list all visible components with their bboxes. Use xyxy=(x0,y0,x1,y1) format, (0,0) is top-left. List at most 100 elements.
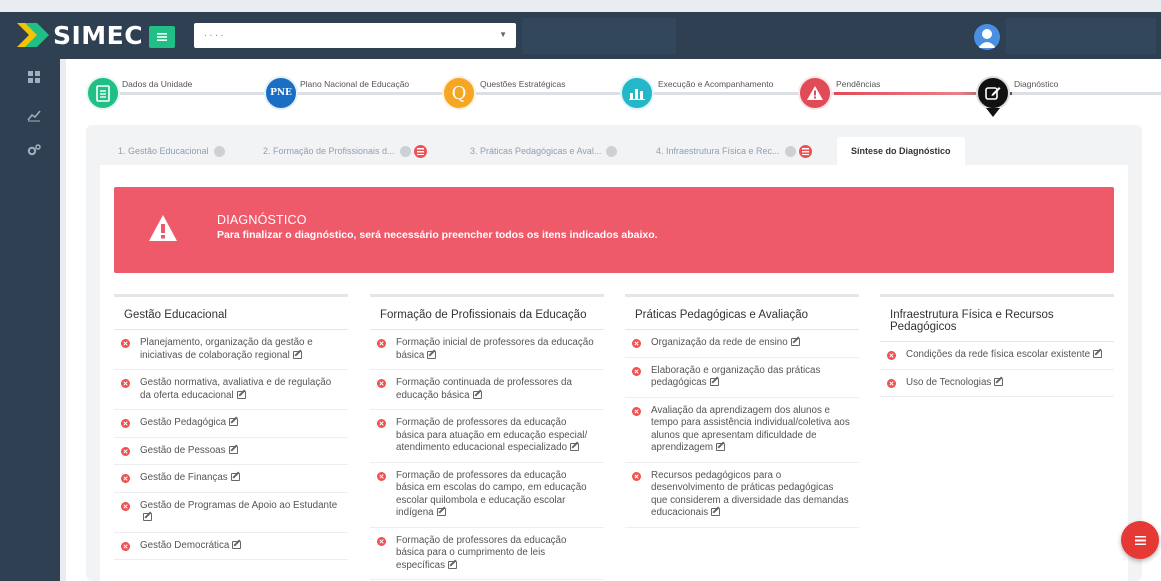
alert-message: Para finalizar o diagnóstico, será neces… xyxy=(217,229,658,241)
error-icon xyxy=(377,471,386,481)
edit-icon[interactable] xyxy=(448,560,458,569)
list-item[interactable]: Formação inicial de professores da educa… xyxy=(370,330,604,370)
error-icon xyxy=(887,351,896,360)
error-icon xyxy=(121,446,130,456)
list-alert-icon xyxy=(798,144,812,158)
list-item[interactable]: Gestão Pedagógica xyxy=(114,410,348,438)
line-chart-icon[interactable] xyxy=(27,108,41,122)
chevron-down-icon: ▼ xyxy=(499,30,507,39)
list-item[interactable]: Gestão normativa, avaliativa e de regula… xyxy=(114,370,348,410)
item-label: Gestão Democrática xyxy=(140,539,230,551)
error-icon xyxy=(887,378,896,388)
tab-formacao-profissionais[interactable]: 2. Formação de Profissionais d... xyxy=(263,137,427,165)
step-label: Diagnóstico xyxy=(1014,79,1059,89)
menu-toggle-button[interactable] xyxy=(149,26,175,48)
list-item[interactable]: Gestão de Finanças xyxy=(114,465,348,493)
edit-icon[interactable] xyxy=(232,540,242,549)
edit-icon[interactable] xyxy=(230,473,240,481)
list-item[interactable]: Avaliação da aprendizagem dos alunos e t… xyxy=(625,398,859,463)
item-label: Formação continuada de professores da ed… xyxy=(396,377,572,401)
hamburger-icon xyxy=(157,33,167,41)
error-icon xyxy=(632,406,641,416)
list-item[interactable]: Gestão de Pessoas xyxy=(114,438,348,465)
status-dot-icon xyxy=(784,145,796,157)
edit-icon[interactable] xyxy=(472,390,482,399)
list-item[interactable]: Uso de Tecnologias xyxy=(880,370,1114,397)
header-blank-area xyxy=(522,18,676,54)
tab-content: DIAGNÓSTICO Para finalizar o diagnóstico… xyxy=(100,165,1128,581)
item-label: Gestão de Finanças xyxy=(140,472,228,483)
item-label: Planejamento, organização da gestão e in… xyxy=(140,337,313,361)
item-label: Formação inicial de professores da educa… xyxy=(396,337,594,361)
step-label: Pendências xyxy=(836,79,881,89)
column-title: Gestão Educacional xyxy=(114,294,348,330)
error-icon xyxy=(121,419,130,428)
edit-icon[interactable] xyxy=(1093,350,1103,358)
column-praticas-pedagogicas: Práticas Pedagógicas e Avaliação Organiz… xyxy=(625,294,859,528)
item-label: Gestão de Programas de Apoio ao Estudant… xyxy=(140,499,338,511)
tab-label: 4. Infraestrutura Física e Rec... xyxy=(656,146,780,156)
tab-sintese-diagnostico[interactable]: Síntese do Diagnóstico xyxy=(837,137,965,165)
list-item[interactable]: Gestão Democrática xyxy=(114,533,348,560)
item-label: Gestão de Pessoas xyxy=(140,444,226,456)
edit-icon[interactable] xyxy=(711,508,721,516)
edit-icon[interactable] xyxy=(229,418,239,426)
tab-praticas-pedagogicas[interactable]: 3. Práticas Pedagógicas e Aval... xyxy=(470,137,618,165)
edit-icon[interactable] xyxy=(292,350,302,359)
diagnostic-panel: 1. Gestão Educacional 2. Formação de Pro… xyxy=(86,125,1142,581)
user-name-area[interactable] xyxy=(1006,18,1156,54)
edit-icon[interactable] xyxy=(436,508,446,516)
column-formacao-profissionais: Formação de Profissionais da Educação Fo… xyxy=(370,294,604,580)
item-label: Avaliação da aprendizagem dos alunos e t… xyxy=(651,404,850,454)
list-item[interactable]: Formação de professores da educação bási… xyxy=(370,463,604,528)
step-connector xyxy=(1012,92,1161,95)
edit-icon[interactable] xyxy=(228,445,238,454)
column-infraestrutura: Infraestrutura Física e Recursos Pedagóg… xyxy=(880,294,1114,397)
list-item[interactable]: Planejamento, organização da gestão e in… xyxy=(114,330,348,370)
edit-icon[interactable] xyxy=(994,377,1004,386)
gears-icon[interactable] xyxy=(27,143,41,157)
error-icon xyxy=(121,339,130,348)
edit-icon[interactable] xyxy=(570,443,580,451)
error-icon xyxy=(377,379,386,388)
document-icon xyxy=(86,76,120,110)
list-icon xyxy=(1134,535,1146,545)
tab-infraestrutura[interactable]: 4. Infraestrutura Física e Rec... xyxy=(656,137,812,165)
list-item[interactable]: Formação de professores da educação bási… xyxy=(370,528,604,580)
list-item[interactable]: Formação de professores da educação bási… xyxy=(370,410,604,463)
tab-gestao-educacional[interactable]: 1. Gestão Educacional xyxy=(118,137,225,165)
edit-icon xyxy=(976,76,1010,110)
column-title: Formação de Profissionais da Educação xyxy=(370,294,604,330)
tab-label: 1. Gestão Educacional xyxy=(118,146,209,156)
item-label: Gestão normativa, avaliativa e de regula… xyxy=(140,377,332,401)
pne-icon: PNE xyxy=(264,76,298,110)
column-title: Infraestrutura Física e Recursos Pedagóg… xyxy=(880,294,1114,342)
list-item[interactable]: Formação continuada de professores da ed… xyxy=(370,370,604,410)
list-item[interactable]: Recursos pedagógicos para o desenvolvime… xyxy=(625,463,859,528)
edit-icon[interactable] xyxy=(427,350,437,359)
user-avatar[interactable] xyxy=(974,24,1000,50)
edit-icon[interactable] xyxy=(236,390,246,399)
item-label: Organização da rede de ensino xyxy=(651,337,788,348)
warning-icon xyxy=(798,76,832,110)
error-icon xyxy=(377,419,386,428)
list-item[interactable]: Condições da rede física escolar existen… xyxy=(880,342,1114,370)
edit-icon[interactable] xyxy=(143,513,152,521)
status-dot-icon xyxy=(213,145,225,157)
unit-select[interactable]: . . . . ▼ xyxy=(194,23,516,48)
item-label: Elaboração e organização das práticas pe… xyxy=(651,364,821,389)
edit-icon[interactable] xyxy=(716,443,726,451)
list-item[interactable]: Organização da rede de ensino xyxy=(625,330,859,358)
dashboard-icon[interactable] xyxy=(27,70,41,84)
q-icon: Q xyxy=(442,76,476,110)
step-label: Plano Nacional de Educação xyxy=(300,79,410,89)
simec-logo[interactable]: SIMEC xyxy=(17,20,143,50)
error-icon xyxy=(377,339,386,348)
edit-icon[interactable] xyxy=(790,338,800,346)
error-icon xyxy=(121,379,130,388)
list-item[interactable]: Elaboração e organização das práticas pe… xyxy=(625,358,859,398)
list-item[interactable]: Gestão de Programas de Apoio ao Estudant… xyxy=(114,493,348,533)
edit-icon[interactable] xyxy=(709,378,719,386)
item-label: Formação de professores da educação bási… xyxy=(396,417,588,453)
floating-menu-button[interactable] xyxy=(1121,521,1159,559)
